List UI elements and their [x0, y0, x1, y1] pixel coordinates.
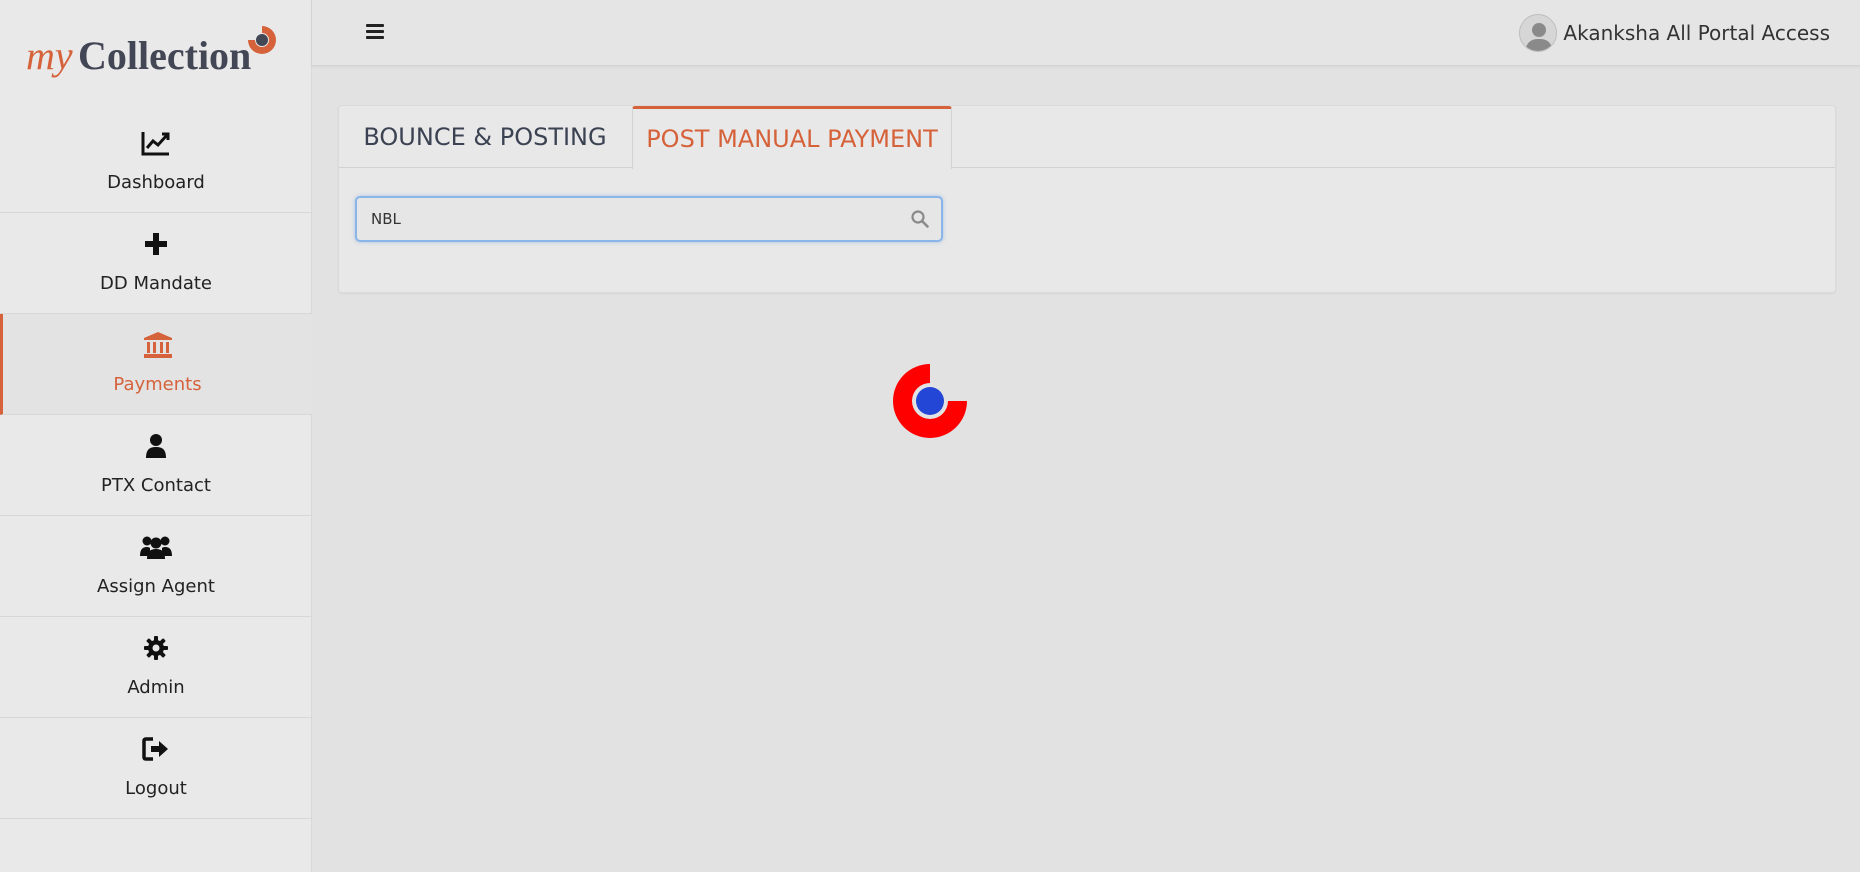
sidebar-item-label: Admin	[127, 677, 185, 698]
sidebar: my Collection Dashboard DD Mandate Payme…	[0, 0, 312, 872]
app-logo[interactable]: my Collection	[26, 22, 286, 82]
logo-text-my: my	[26, 33, 73, 78]
payments-card: BOUNCE & POSTING POST MANUAL PAYMENT	[338, 105, 1836, 293]
top-bar: Akanksha All Portal Access	[312, 0, 1860, 66]
search-box	[355, 196, 943, 242]
sidebar-item-ptx-contact[interactable]: PTX Contact	[0, 415, 312, 516]
search-icon[interactable]	[911, 210, 929, 228]
chart-line-icon	[141, 132, 170, 156]
user-icon	[146, 434, 166, 458]
sidebar-item-label: Payments	[113, 374, 202, 395]
sidebar-item-label: DD Mandate	[100, 273, 212, 294]
logo-mark-icon	[248, 26, 276, 54]
users-icon	[140, 536, 172, 559]
logo-text-collection: Collection	[78, 33, 252, 78]
sidebar-nav: Dashboard DD Mandate Payments PTX Contac…	[0, 112, 312, 819]
tab-post-manual-payment[interactable]: POST MANUAL PAYMENT	[632, 106, 952, 169]
tab-bar: BOUNCE & POSTING POST MANUAL PAYMENT	[339, 106, 1835, 169]
plus-icon	[145, 233, 167, 255]
sidebar-item-dashboard[interactable]: Dashboard	[0, 112, 312, 213]
tab-bounce-posting[interactable]: BOUNCE & POSTING	[339, 106, 631, 168]
sign-out-icon	[142, 737, 168, 761]
sidebar-item-label: Logout	[125, 778, 187, 799]
sidebar-item-assign-agent[interactable]: Assign Agent	[0, 516, 312, 617]
search-input[interactable]	[357, 198, 941, 240]
user-name: Akanksha All Portal Access	[1563, 21, 1830, 45]
sidebar-item-logout[interactable]: Logout	[0, 718, 312, 819]
user-menu[interactable]: Akanksha All Portal Access	[1519, 14, 1830, 52]
user-avatar-icon	[1520, 15, 1557, 51]
hamburger-menu-icon[interactable]	[366, 24, 384, 42]
bank-icon	[143, 332, 172, 358]
sidebar-item-label: Dashboard	[107, 172, 205, 193]
avatar	[1519, 14, 1558, 52]
sidebar-item-payments[interactable]: Payments	[0, 314, 312, 415]
sidebar-item-dd-mandate[interactable]: DD Mandate	[0, 213, 312, 314]
gear-icon	[144, 636, 168, 660]
sidebar-item-label: PTX Contact	[101, 475, 211, 496]
loading-spinner-icon	[893, 364, 967, 438]
sidebar-item-admin[interactable]: Admin	[0, 617, 312, 718]
sidebar-item-label: Assign Agent	[97, 576, 215, 597]
